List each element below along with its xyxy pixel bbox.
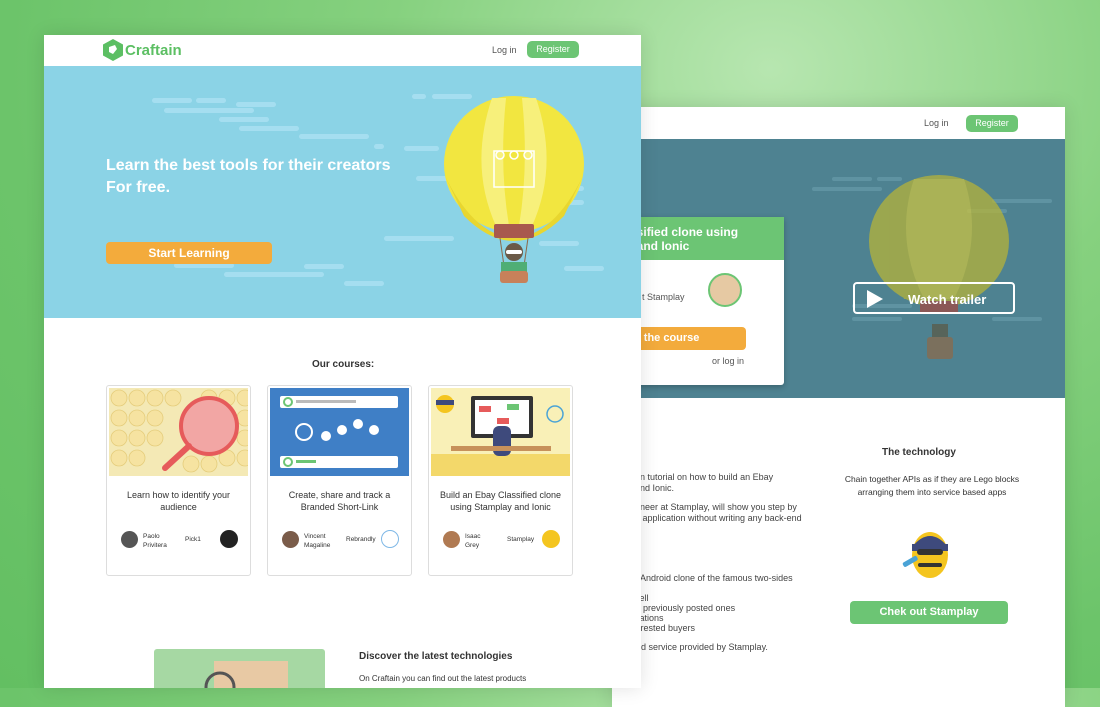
author-name: Isaac Grey <box>465 533 481 549</box>
start-learning-button[interactable]: Start Learning <box>106 242 272 264</box>
course-title[interactable]: Learn how to identify your audience <box>113 489 244 513</box>
stamplay-mascot-icon <box>902 532 948 578</box>
body-text-line: nd Android clone of the famous two-sides <box>628 573 793 583</box>
watch-trailer-label: Watch trailer <box>908 292 987 307</box>
course-title[interactable]: Create, share and track a Branded Short-… <box>274 489 405 513</box>
play-icon <box>867 290 883 308</box>
audience-magnifier-illustration <box>110 389 248 473</box>
discover-illustration <box>154 649 325 688</box>
course-title[interactable]: Build an Ebay Classified clone using Sta… <box>435 489 566 513</box>
short-link-illustration <box>280 396 398 468</box>
course-brand: Pick1 <box>185 536 201 543</box>
course-card[interactable]: Build an Ebay Classified clone using Sta… <box>428 385 573 576</box>
hero-line-2: For free. <box>106 179 171 196</box>
back-course-card-title: lassified clone using ay and Ionic <box>620 225 739 253</box>
hero-title: Learn the best tools for their creators … <box>106 155 391 199</box>
stamplay-logo-icon <box>542 530 560 548</box>
check-out-stamplay-button[interactable]: Chek out Stamplay <box>850 601 1008 624</box>
author-avatar <box>282 531 299 548</box>
rebrandly-logo-icon <box>381 530 399 548</box>
course-thumbnail <box>431 388 570 476</box>
technology-heading: The technology <box>882 447 956 458</box>
brand-name[interactable]: Craftain <box>125 42 182 59</box>
author-name: Paolo Privitera <box>143 533 167 549</box>
course-card[interactable]: Create, share and track a Branded Short-… <box>267 385 412 576</box>
background-browser-window: Log in Register lassified clone using ay… <box>612 107 1065 707</box>
back-course-card-sub: t Stamplay <box>642 292 685 302</box>
author-avatar <box>708 273 742 307</box>
magnifier-map-icon <box>204 661 288 688</box>
body-text-line: ftain tutorial on how to build an Ebay <box>628 472 774 482</box>
back-navbar: Log in Register <box>612 107 1065 140</box>
body-text-line: ole application without writing any back… <box>628 513 802 523</box>
hero-banner: Learn the best tools for their creators … <box>44 66 641 318</box>
course-thumbnail <box>270 388 409 476</box>
body-text-line: -end service provided by Stamplay. <box>628 642 768 652</box>
pick1-logo-icon <box>220 530 238 548</box>
back-hero: lassified clone using ay and Ionic t Sta… <box>612 139 1065 398</box>
body-text-line: the previously posted ones <box>628 603 736 613</box>
author-name: Vincent Magaline <box>304 533 331 549</box>
or-login-link[interactable]: or log in <box>712 356 744 366</box>
watch-trailer-button[interactable]: Watch trailer <box>853 282 1015 314</box>
back-login-link[interactable]: Log in <box>924 118 949 128</box>
technology-description: Chain together APIs as if they are Lego … <box>844 474 1020 497</box>
ebay-clone-illustration <box>431 395 570 476</box>
login-link[interactable]: Log in <box>492 45 517 55</box>
discover-description: On Craftain you can find out the latest … <box>359 674 527 683</box>
register-button[interactable]: Register <box>527 41 579 58</box>
course-brand: Rebrandly <box>346 536 376 543</box>
discover-heading: Discover the latest technologies <box>359 651 513 662</box>
author-avatar <box>443 531 460 548</box>
courses-heading: Our courses: <box>312 359 375 370</box>
body-text-line: ngineer at Stamplay, will show you step … <box>628 502 797 512</box>
course-brand: Stamplay <box>507 536 535 543</box>
back-register-button[interactable]: Register <box>966 115 1018 132</box>
course-card[interactable]: Learn how to identify your audience Paol… <box>106 385 251 576</box>
foreground-browser-window: Craftain Log in Register Learn the best … <box>44 35 641 688</box>
navbar: Craftain Log in Register <box>44 35 641 66</box>
craftain-logo-icon[interactable] <box>102 38 124 62</box>
course-thumbnail <box>109 388 248 476</box>
hero-line-1: Learn the best tools for their creators <box>106 157 391 174</box>
author-avatar <box>121 531 138 548</box>
